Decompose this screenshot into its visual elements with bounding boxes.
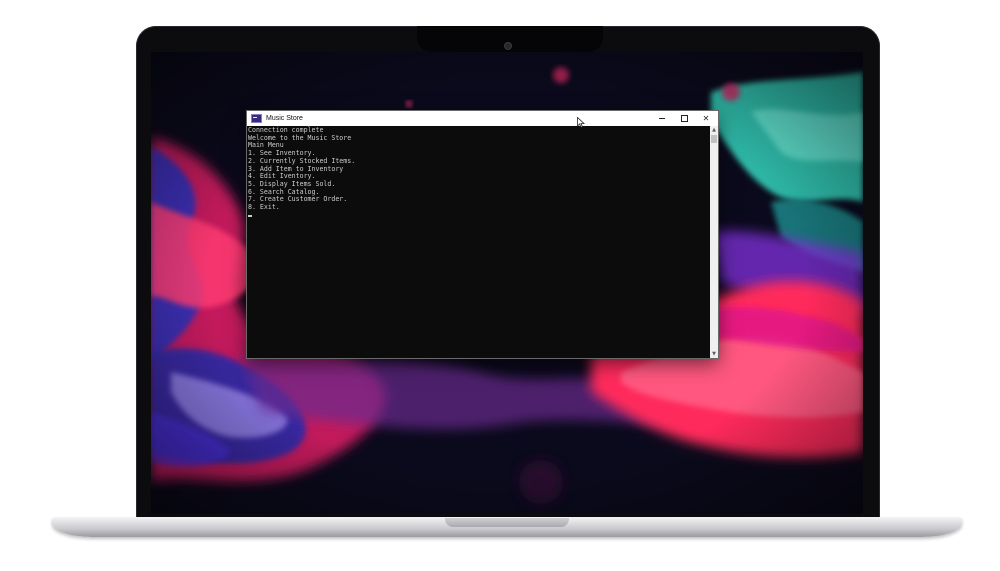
minimize-icon bbox=[659, 118, 665, 119]
menu-option: 3. Add Item to Inventory bbox=[248, 164, 344, 173]
minimize-button[interactable] bbox=[651, 111, 673, 126]
maximize-button[interactable] bbox=[673, 111, 695, 126]
text-cursor bbox=[248, 212, 709, 220]
close-icon: ✕ bbox=[702, 114, 710, 123]
laptop-thumb-notch bbox=[445, 518, 569, 527]
webcam-icon bbox=[505, 43, 511, 49]
console-app-icon bbox=[251, 114, 262, 123]
maximize-icon bbox=[680, 115, 688, 122]
scrollbar-thumb[interactable] bbox=[711, 135, 717, 143]
close-button[interactable]: ✕ bbox=[695, 111, 717, 126]
menu-option: 7. Create Customer Order. bbox=[248, 195, 348, 204]
scroll-down-arrow-icon[interactable]: ▼ bbox=[710, 350, 718, 358]
console-output[interactable]: Connection complete Welcome to the Music… bbox=[248, 126, 709, 358]
scroll-up-arrow-icon[interactable]: ▲ bbox=[710, 126, 718, 134]
mouse-pointer-icon bbox=[577, 117, 585, 128]
vertical-scrollbar[interactable]: ▲ ▼ bbox=[710, 126, 718, 358]
window-titlebar[interactable]: Music Store ✕ bbox=[247, 111, 718, 126]
laptop-mockup: Music Store ✕ Connection complete Welcom… bbox=[0, 0, 1000, 571]
console-line: Welcome to the Music Store bbox=[248, 133, 352, 142]
console-window[interactable]: Music Store ✕ Connection complete Welcom… bbox=[247, 111, 718, 358]
menu-option: 8. Exit. bbox=[248, 203, 280, 212]
console-line: Main Menu bbox=[248, 141, 284, 150]
window-title: Music Store bbox=[266, 115, 303, 122]
